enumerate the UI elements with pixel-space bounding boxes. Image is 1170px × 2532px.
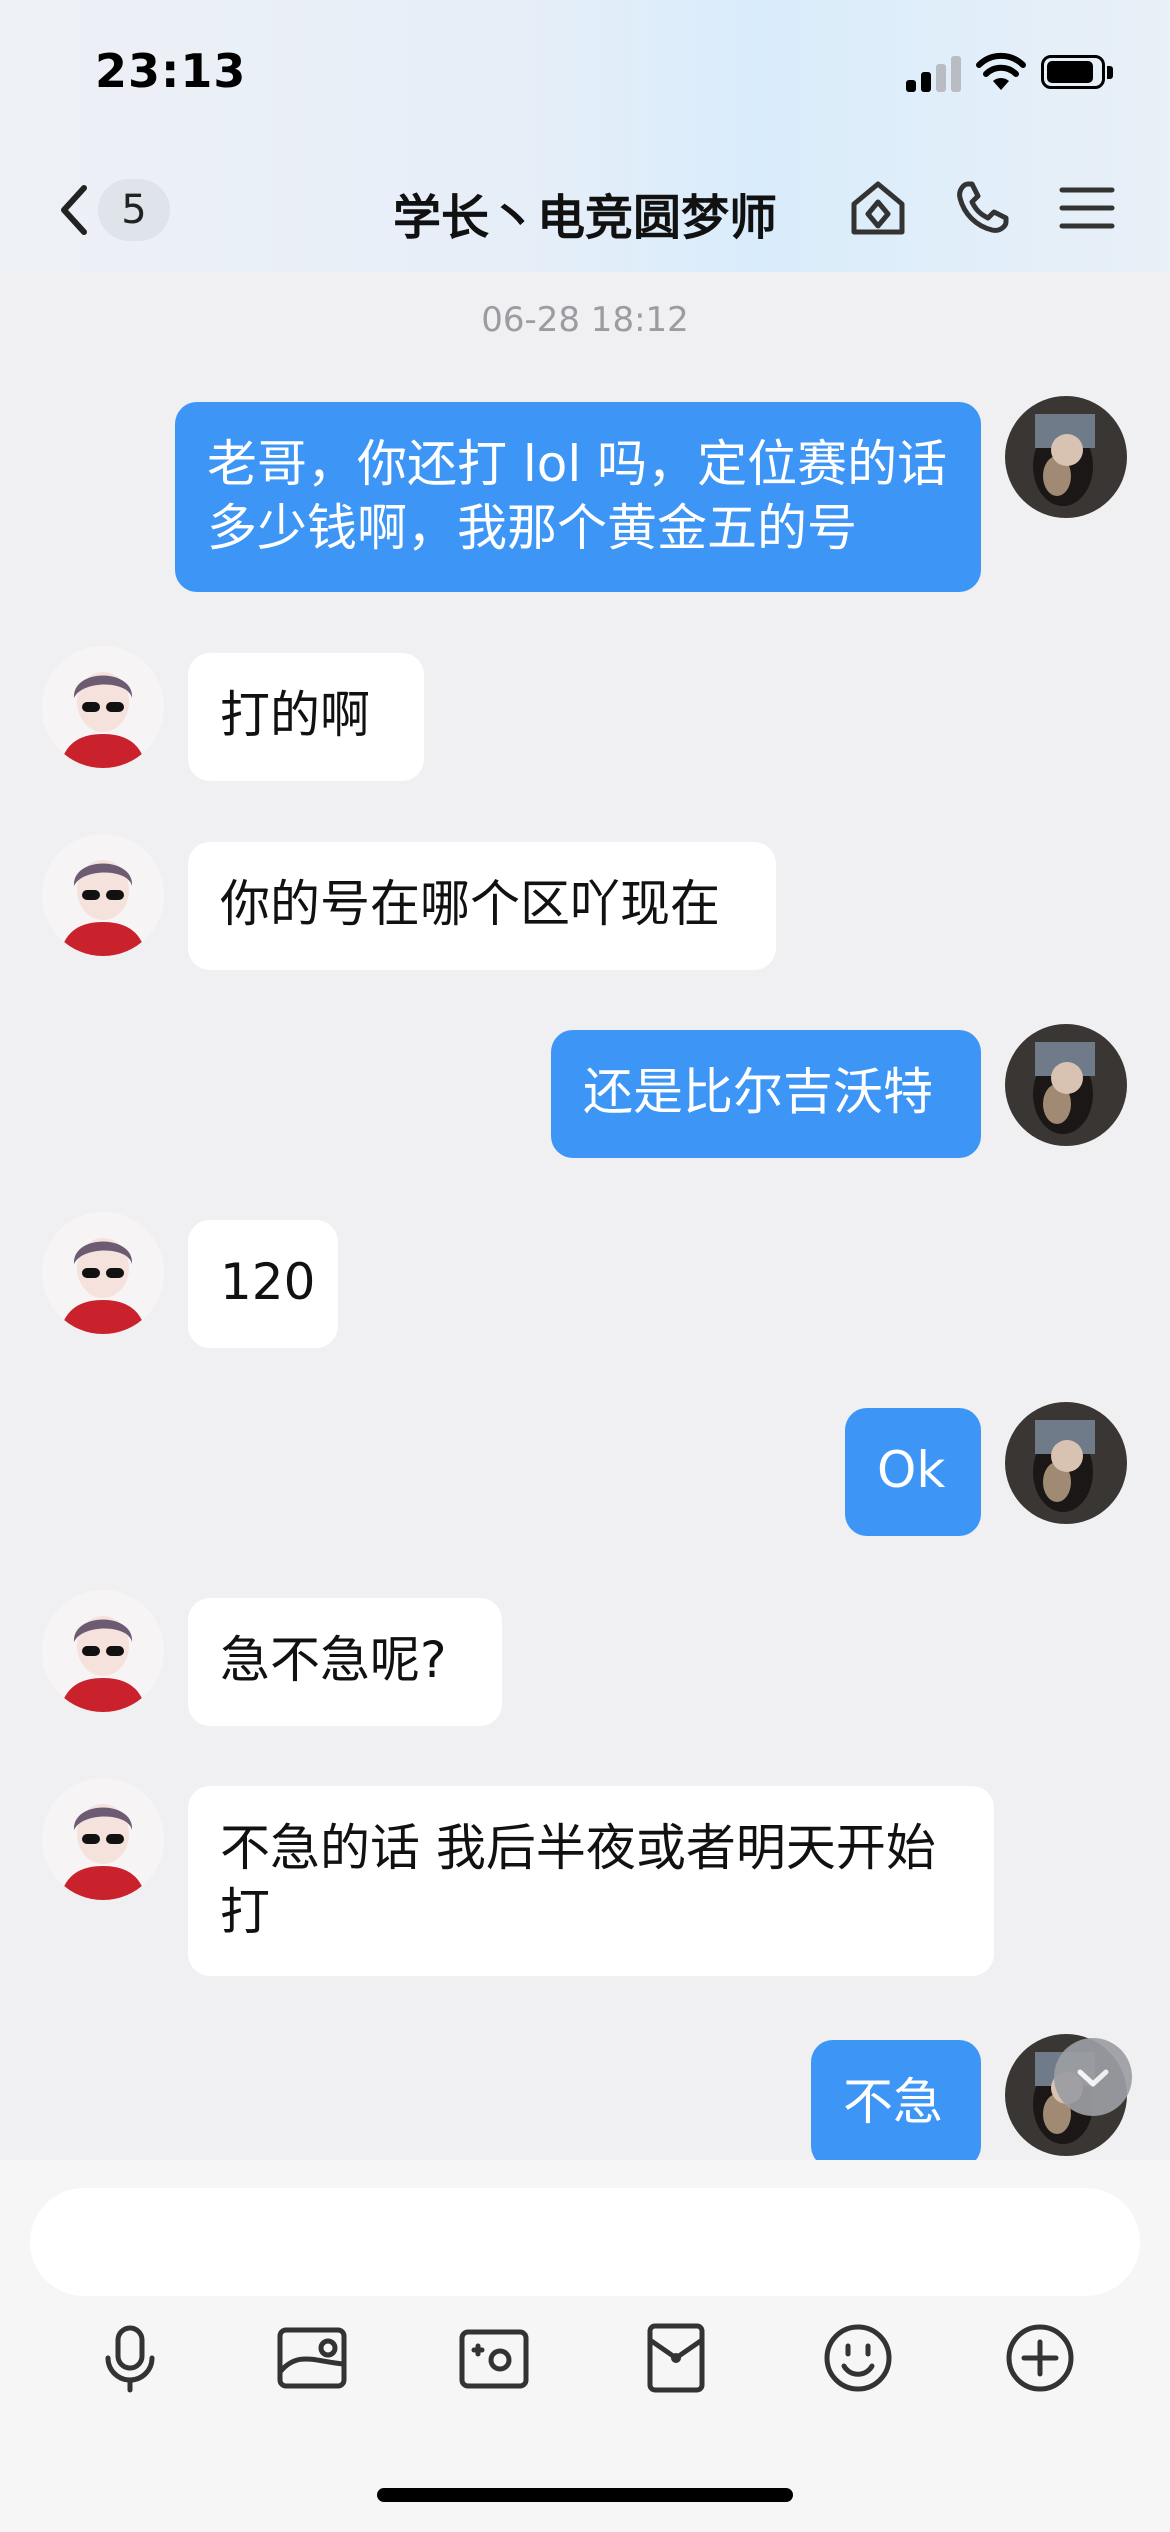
phone-call-icon[interactable]	[950, 176, 1014, 240]
image-icon[interactable]	[274, 2320, 350, 2396]
message-list[interactable]: 06-28 18:12 老哥，你还打 lol 吗，定位赛的话 多少钱啊，我那个黄…	[0, 272, 1170, 2160]
outgoing-message[interactable]: 还是比尔吉沃特	[551, 1030, 981, 1158]
unread-count-badge[interactable]: 5	[98, 179, 170, 241]
message-input[interactable]	[30, 2188, 1140, 2296]
home-diamond-icon[interactable]	[846, 176, 910, 240]
wifi-icon	[976, 52, 1026, 90]
microphone-icon[interactable]	[92, 2320, 168, 2396]
status-bar: 23:13	[0, 0, 1170, 140]
header-area: 23:13 5 学长丶电竞圆梦师	[0, 0, 1170, 272]
home-indicator	[377, 2488, 793, 2502]
scroll-to-bottom-button[interactable]	[1054, 2038, 1132, 2116]
incoming-message[interactable]: 急不急呢?	[188, 1598, 502, 1726]
nav-bar: 5 学长丶电竞圆梦师	[0, 150, 1170, 270]
incoming-message[interactable]: 你的号在哪个区吖现在	[188, 842, 776, 970]
menu-icon[interactable]	[1054, 176, 1118, 240]
camera-icon[interactable]	[456, 2320, 532, 2396]
incoming-message[interactable]: 不急的话 我后半夜或者明天开始 打	[188, 1786, 994, 1976]
chat-title: 学长丶电竞圆梦师	[392, 190, 777, 246]
back-chevron-icon[interactable]	[52, 180, 96, 240]
chevron-down-icon	[1077, 2069, 1109, 2087]
my-avatar[interactable]	[1005, 396, 1127, 518]
contact-avatar[interactable]	[42, 1590, 164, 1712]
incoming-message[interactable]: 120	[188, 1220, 338, 1348]
status-time: 23:13	[95, 44, 247, 98]
outgoing-message[interactable]: 老哥，你还打 lol 吗，定位赛的话 多少钱啊，我那个黄金五的号	[175, 402, 981, 592]
outgoing-message[interactable]: 不急	[811, 2040, 981, 2160]
contact-avatar[interactable]	[42, 646, 164, 768]
incoming-message[interactable]: 打的啊	[188, 653, 424, 781]
my-avatar[interactable]	[1005, 1402, 1127, 1524]
message-timestamp: 06-28 18:12	[481, 300, 689, 340]
red-envelope-icon[interactable]	[638, 2320, 714, 2396]
input-panel	[0, 2160, 1170, 2532]
outgoing-message[interactable]: Ok	[845, 1408, 981, 1536]
emoji-icon[interactable]	[820, 2320, 896, 2396]
battery-icon	[1041, 55, 1113, 91]
contact-avatar[interactable]	[42, 1778, 164, 1900]
my-avatar[interactable]	[1005, 1024, 1127, 1146]
cellular-signal-icon	[906, 56, 962, 92]
chat-screen: 23:13 5 学长丶电竞圆梦师 06-28 18:12 老哥，你还打 lol …	[0, 0, 1170, 2532]
plus-icon[interactable]	[1002, 2320, 1078, 2396]
contact-avatar[interactable]	[42, 1212, 164, 1334]
contact-avatar[interactable]	[42, 834, 164, 956]
